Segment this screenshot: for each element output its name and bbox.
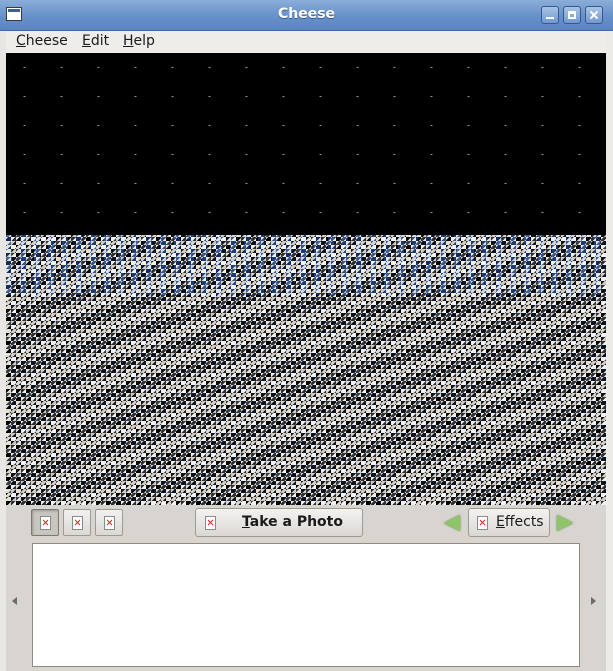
broken-image-icon — [477, 516, 488, 530]
broken-image-icon — [205, 516, 216, 530]
preview-noise-top — [6, 53, 606, 235]
burst-mode-button[interactable] — [95, 509, 123, 536]
menu-bar: Cheese Edit Help — [6, 31, 606, 54]
arrow-left-icon[interactable] — [444, 515, 460, 531]
video-mode-button[interactable] — [63, 509, 91, 536]
minimize-button[interactable] — [541, 6, 559, 24]
camera-preview — [6, 53, 606, 505]
arrow-right-icon[interactable] — [557, 515, 573, 531]
window-border-right — [606, 31, 613, 671]
close-button[interactable] — [585, 6, 603, 24]
title-bar[interactable]: Cheese — [0, 0, 613, 31]
effects-button[interactable]: Effects — [468, 508, 550, 537]
preview-blue-band — [6, 235, 606, 295]
effects-label: Effects — [496, 514, 544, 530]
toolbar: Take a Photo Effects — [6, 505, 606, 541]
menu-edit[interactable]: Edit — [78, 33, 113, 49]
broken-image-icon — [40, 516, 51, 530]
take-photo-button[interactable]: Take a Photo — [195, 508, 363, 537]
take-photo-label: Take a Photo — [242, 514, 343, 530]
photo-mode-button[interactable] — [31, 509, 59, 536]
broken-image-icon — [104, 516, 115, 530]
menu-help[interactable]: Help — [119, 33, 159, 49]
scroll-right-icon[interactable] — [591, 597, 596, 605]
scroll-left-icon[interactable] — [12, 597, 17, 605]
thumbnail-view[interactable] — [32, 543, 580, 667]
broken-image-icon — [72, 516, 83, 530]
window-title: Cheese — [277, 6, 336, 22]
maximize-button[interactable] — [563, 6, 581, 24]
thumbnail-strip — [6, 541, 606, 671]
menu-cheese[interactable]: Cheese — [12, 33, 72, 49]
